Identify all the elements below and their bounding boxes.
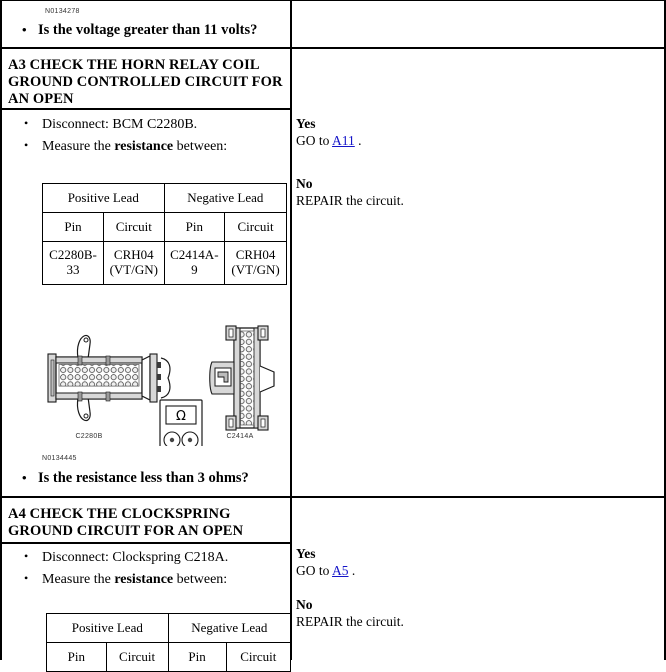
column-header-pin-neg: Pin — [167, 642, 227, 672]
bullet-icon: • — [24, 138, 29, 152]
step-a3-action-2-pre: Measure the — [42, 139, 115, 154]
figure-code-a3: N0134445 — [42, 455, 77, 462]
bullet-icon: • — [22, 470, 27, 485]
column-header-circuit-neg: Circuit — [224, 212, 287, 242]
pinpoint-test-page: N0134278 • Is the voltage greater than 11… — [0, 0, 666, 672]
rule-a4-header-bottom — [0, 542, 292, 544]
result-a3-yes-label: Yes — [296, 116, 316, 131]
table-row: C2280B-33 CRH04 (VT/GN) C2414A-9 CRH04 (… — [41, 241, 287, 285]
connector-diagram-svg: Ω — [47, 325, 275, 456]
step-a3-action-1: • Disconnect: BCM C2280B. — [24, 116, 197, 134]
connector-c2414a-graphic — [209, 325, 275, 431]
step-a3-title-line-3: AN OPEN — [8, 91, 74, 108]
group-header-positive: Positive Lead — [46, 613, 169, 643]
step-a4-title: A4 CHECK THE CLOCKSPRING GROUND CIRCUIT … — [8, 506, 286, 540]
rule-above-a4 — [0, 496, 666, 498]
question-a3: • Is the resistance less than 3 ohms? — [22, 470, 249, 487]
column-header-circuit-pos: Circuit — [105, 642, 169, 672]
step-a3-title-line-2: GROUND CONTROLLED CIRCUIT FOR — [8, 74, 283, 91]
step-a3-action-2: • Measure the resistance between: — [24, 138, 227, 156]
page-border-left — [0, 0, 2, 660]
result-a3-no-action: REPAIR the circuit. — [296, 193, 404, 208]
result-a4-no-action: REPAIR the circuit. — [296, 614, 404, 629]
cell-circuit-positive: CRH04 (VT/GN) — [103, 241, 165, 285]
column-divider-top — [290, 0, 292, 48]
column-header-pin-pos: Pin — [46, 642, 107, 672]
result-a4-yes-label: Yes — [296, 546, 316, 561]
bullet-icon: • — [24, 549, 29, 563]
table-row-column-header: Pin Circuit Pin Circuit — [46, 642, 292, 672]
link-a11[interactable]: A11 — [332, 133, 355, 148]
step-a3-action-1-text: Disconnect: BCM C2280B. — [42, 117, 198, 132]
column-header-pin-neg: Pin — [163, 212, 226, 242]
result-a4-yes-post: . — [348, 563, 356, 578]
step-a4-lead-table: Positive Lead Negative Lead Pin Circuit … — [46, 613, 292, 672]
group-header-negative: Negative Lead — [163, 183, 288, 213]
column-divider-a3 — [290, 49, 292, 497]
result-a3-yes-post: . — [354, 133, 362, 148]
cell-pin-negative: C2414A-9 — [163, 241, 226, 285]
table-row-group-header: Positive Lead Negative Lead — [42, 183, 288, 213]
step-a3-title-line-1: A3 CHECK THE HORN RELAY COIL — [8, 57, 260, 73]
column-header-pin-pos: Pin — [41, 212, 105, 242]
result-a4-yes-action: GO to A5 . — [296, 563, 355, 580]
rule-above-a3 — [0, 47, 666, 49]
bullet-icon: • — [24, 571, 29, 585]
question-top-text: Is the voltage greater than 11 volts? — [38, 22, 258, 38]
column-header-circuit-pos: Circuit — [103, 212, 165, 242]
result-a3-yes-action: GO to A11 . — [296, 133, 362, 150]
ohm-symbol: Ω — [176, 409, 186, 424]
group-header-positive: Positive Lead — [42, 183, 165, 213]
bullet-icon: • — [22, 22, 27, 37]
connector-label-c2414a: C2414A — [226, 433, 254, 440]
connector-measurement-diagram: Ω — [38, 316, 288, 456]
step-a4-action-2-pre: Measure the — [42, 572, 115, 587]
connector-c2280b-graphic — [47, 334, 171, 422]
step-a3-lead-table: Positive Lead Negative Lead Pin Circuit … — [41, 183, 288, 285]
cell-circuit-negative: CRH04 (VT/GN) — [224, 241, 287, 285]
cell-pin-positive: C2280B-33 — [41, 241, 105, 285]
result-a4-no-label: No — [296, 597, 313, 612]
step-a4-title-line-1: A4 CHECK THE CLOCKSPRING — [8, 506, 231, 522]
link-a5[interactable]: A5 — [332, 563, 349, 578]
step-a4-title-line-2: GROUND CIRCUIT FOR AN OPEN — [8, 523, 244, 540]
step-a4-action-1: • Disconnect: Clockspring C218A. — [24, 549, 228, 567]
result-a3-no-label: No — [296, 176, 313, 191]
page-border-top — [0, 0, 666, 1]
result-a4-yes-pre: GO to — [296, 563, 333, 578]
step-a3-title: A3 CHECK THE HORN RELAY COIL GROUND CONT… — [8, 57, 286, 108]
step-a4-action-2-post: between: — [173, 572, 228, 587]
table-row-group-header: Positive Lead Negative Lead — [46, 613, 292, 643]
question-a3-text: Is the resistance less than 3 ohms? — [38, 470, 249, 486]
connector-label-c2280b: C2280B — [75, 433, 103, 440]
step-a4-action-2: • Measure the resistance between: — [24, 571, 227, 589]
step-a3-action-2-post: between: — [173, 139, 228, 154]
result-a3-yes-pre: GO to — [296, 133, 333, 148]
step-a4-action-2-strong: resistance — [114, 572, 174, 587]
question-top: • Is the voltage greater than 11 volts? — [22, 22, 257, 39]
step-a3-action-2-strong: resistance — [114, 139, 174, 154]
bullet-icon: • — [24, 116, 29, 130]
step-a4-action-1-text: Disconnect: Clockspring C218A. — [42, 550, 229, 565]
figure-code-top: N0134278 — [45, 8, 80, 15]
table-row-column-header: Pin Circuit Pin Circuit — [41, 212, 287, 242]
group-header-negative: Negative Lead — [167, 613, 292, 643]
column-header-circuit-neg: Circuit — [225, 642, 292, 672]
